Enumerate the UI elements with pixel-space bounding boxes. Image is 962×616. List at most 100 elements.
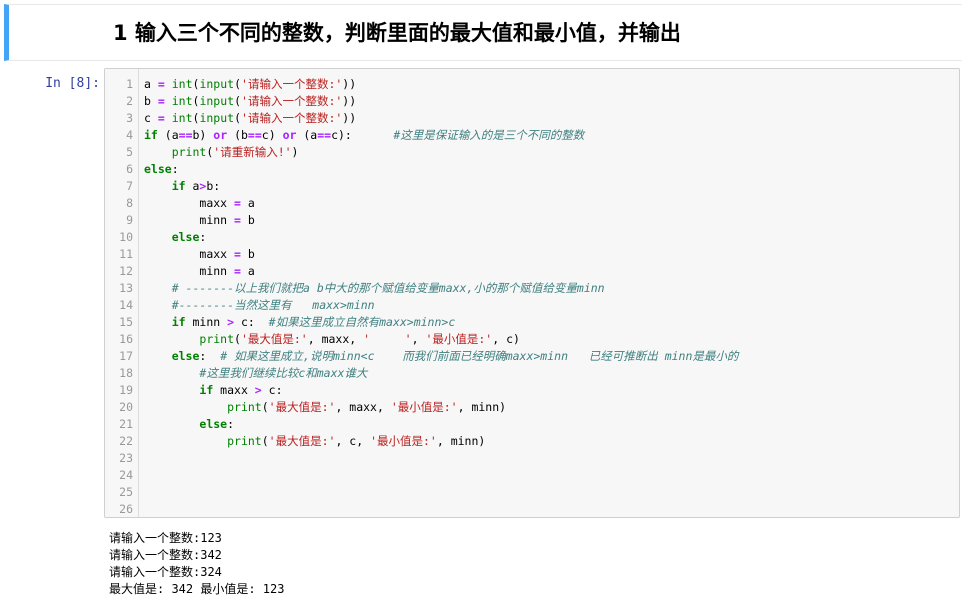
code-token: , c, bbox=[335, 434, 371, 448]
code-line: b = int(input('请输入一个整数:')) bbox=[144, 93, 738, 110]
code-token: )) bbox=[342, 111, 357, 125]
code-token: == bbox=[247, 128, 262, 142]
code-token: minn bbox=[185, 315, 228, 329]
code-token: : bbox=[227, 417, 235, 431]
code-token: '最小值是:' bbox=[370, 434, 437, 448]
line-number: 6 bbox=[126, 162, 133, 176]
code-line: c = int(input('请输入一个整数:')) bbox=[144, 110, 738, 127]
code-token: = bbox=[157, 94, 165, 108]
code-line: print('最大值是:', maxx, ' ', '最小值是:', c) bbox=[144, 331, 738, 348]
code-line: a = int(input('请输入一个整数:')) bbox=[144, 76, 738, 93]
line-number: 23 bbox=[119, 451, 133, 465]
code-token: )) bbox=[342, 77, 357, 91]
code-token: , maxx, bbox=[307, 332, 364, 346]
output-line: 请输入一个整数:324 bbox=[109, 565, 222, 579]
code-token: ) bbox=[291, 145, 299, 159]
line-number: 14 bbox=[119, 298, 133, 312]
code-token: #这里是保证输入的是三个不同的整数 bbox=[393, 128, 585, 142]
cell-output: 请输入一个整数:123 请输入一个整数:342 请输入一个整数:324 最大值是: 3… bbox=[109, 530, 284, 598]
code-token: maxx bbox=[213, 383, 255, 397]
code-token: int bbox=[171, 77, 193, 91]
code-token: else bbox=[199, 417, 228, 431]
code-token: int bbox=[171, 111, 193, 125]
code-token: (a bbox=[157, 128, 179, 142]
line-number: 2 bbox=[126, 94, 133, 108]
code-token: '请输入一个整数:' bbox=[241, 111, 343, 125]
code-token: #如果这里成立自然有maxx>minn>c bbox=[268, 315, 456, 329]
code-token: , bbox=[411, 332, 426, 346]
line-number: 10 bbox=[119, 230, 133, 244]
code-token: (b bbox=[227, 128, 248, 142]
code-token: a bbox=[144, 77, 158, 91]
line-number: 12 bbox=[119, 264, 133, 278]
code-token: input bbox=[199, 77, 235, 91]
code-token: : bbox=[199, 349, 221, 363]
line-number: 24 bbox=[119, 468, 133, 482]
markdown-heading-cell[interactable]: 1 输入三个不同的整数，判断里面的最大值和最小值，并输出 bbox=[4, 4, 962, 61]
code-token: minn bbox=[199, 264, 235, 278]
code-line: print('最大值是:', maxx, '最小值是:', minn) bbox=[144, 399, 738, 416]
output-line: 请输入一个整数:123 bbox=[109, 531, 222, 545]
code-token: '最大值是:' bbox=[268, 400, 336, 414]
code-line: else: bbox=[144, 229, 738, 246]
code-token: (a bbox=[296, 128, 318, 142]
code-token: else bbox=[144, 162, 172, 176]
code-token: a bbox=[185, 179, 200, 193]
code-token: if bbox=[199, 383, 214, 397]
input-prompt: In [8]: bbox=[45, 76, 100, 91]
line-number: 15 bbox=[119, 315, 133, 329]
code-token: = bbox=[234, 213, 241, 227]
code-token: > bbox=[227, 315, 235, 329]
code-token: # 如果这里成立,说明minn<c 而我们前面已经明确maxx>minn 已经可… bbox=[220, 349, 739, 363]
code-token: b bbox=[240, 247, 255, 261]
output-line: 请输入一个整数:342 bbox=[109, 548, 222, 562]
code-line: print('请重新输入!') bbox=[144, 144, 738, 161]
code-token: a bbox=[240, 264, 255, 278]
code-token: input bbox=[199, 94, 235, 108]
line-number: 1 bbox=[126, 77, 133, 91]
code-token: c): bbox=[331, 128, 394, 142]
code-token: else bbox=[171, 349, 200, 363]
code-token: or bbox=[282, 128, 297, 142]
line-number: 11 bbox=[119, 247, 133, 261]
code-token: ( bbox=[261, 434, 269, 448]
code-token: b bbox=[240, 213, 255, 227]
code-editor[interactable]: 1 2 3 4 5 6 7 8 9 10 11 12 13 14 15 16 17 18 19 20 21 22 23 24 2… bbox=[104, 68, 960, 518]
code-token: # -------以上我们就把a b中大的那个赋值给变量maxx,小的那个赋值给… bbox=[171, 281, 605, 295]
code-line: maxx = a bbox=[144, 195, 738, 212]
code-line: if maxx > c: bbox=[144, 382, 738, 399]
code-token: ( bbox=[261, 400, 269, 414]
code-token: minn bbox=[199, 213, 235, 227]
line-number: 22 bbox=[119, 434, 133, 448]
code-token: if bbox=[171, 179, 186, 193]
line-number: 9 bbox=[126, 213, 133, 227]
code-token: c bbox=[144, 111, 158, 125]
code-line: #这里我们继续比较c和maxx谁大 bbox=[144, 365, 738, 382]
line-number: 20 bbox=[119, 400, 133, 414]
code-line: minn = a bbox=[144, 263, 738, 280]
code-token: '最大值是:' bbox=[268, 434, 336, 448]
code-token: , maxx, bbox=[335, 400, 391, 414]
code-token: else bbox=[171, 230, 200, 244]
code-token: : bbox=[171, 162, 179, 176]
code-token: '请输入一个整数:' bbox=[241, 94, 343, 108]
code-token: maxx bbox=[199, 247, 235, 261]
code-token: : bbox=[199, 230, 207, 244]
line-number: 7 bbox=[126, 179, 133, 193]
code-token: a bbox=[240, 196, 255, 210]
